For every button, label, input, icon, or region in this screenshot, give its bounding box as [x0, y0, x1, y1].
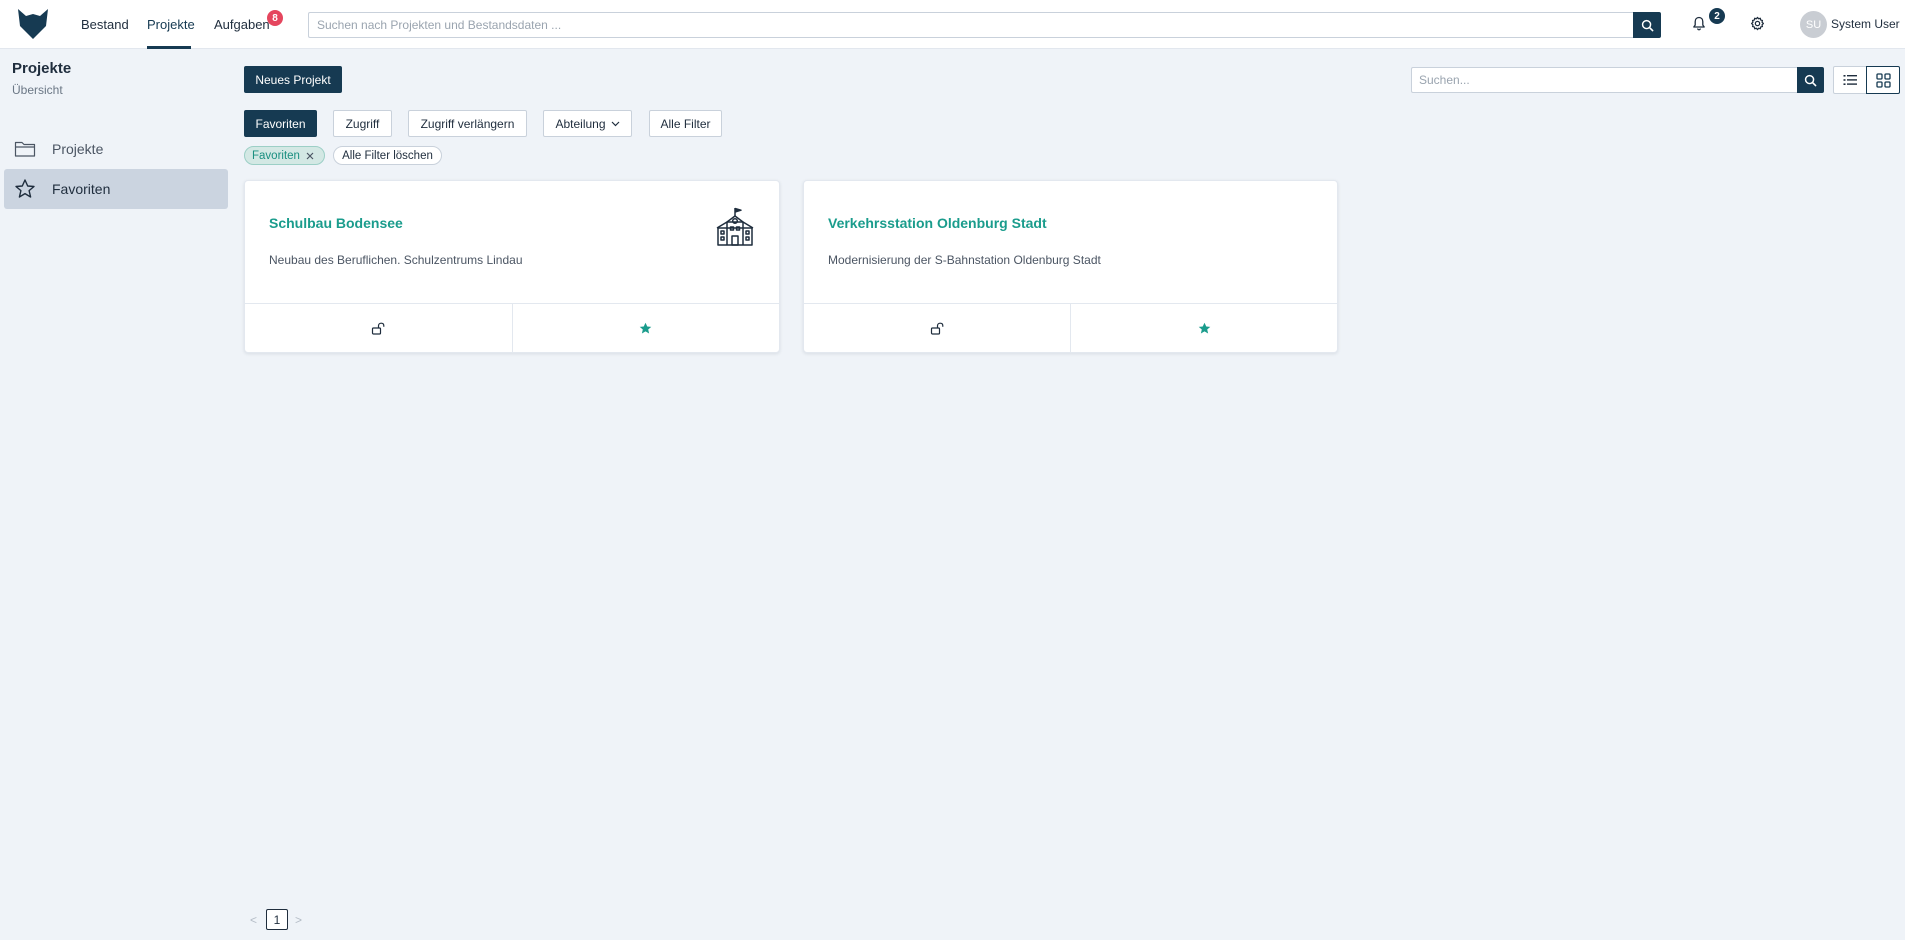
grid-view-button[interactable] — [1866, 66, 1900, 94]
favorite-toggle[interactable] — [1070, 304, 1337, 352]
sidebar-item-label: Projekte — [52, 141, 104, 157]
nav-projekte[interactable]: Projekte — [147, 17, 195, 32]
tasks-count-badge: 8 — [267, 10, 283, 26]
app-logo[interactable] — [15, 6, 51, 42]
filter-favoriten-button[interactable]: Favoriten — [244, 110, 317, 137]
nav-bestand[interactable]: Bestand — [81, 17, 129, 32]
unlock-icon — [930, 322, 944, 335]
project-card[interactable]: Schulbau Bodensee Neubau des Beruflichen… — [244, 180, 780, 353]
settings-button[interactable] — [1749, 15, 1765, 31]
notifications-count-badge: 2 — [1709, 8, 1725, 24]
filter-abteilung-dropdown[interactable]: Abteilung — [543, 110, 632, 137]
project-description: Modernisierung der S-Bahnstation Oldenbu… — [828, 253, 1101, 267]
close-icon[interactable] — [306, 152, 314, 160]
project-title[interactable]: Verkehrsstation Oldenburg Stadt — [828, 215, 1047, 231]
notifications-button[interactable] — [1691, 15, 1707, 31]
all-filters-button[interactable]: Alle Filter — [649, 110, 722, 137]
pagination-page-current[interactable]: 1 — [266, 909, 288, 930]
sidebar-title: Projekte — [12, 60, 72, 77]
search-icon — [1641, 19, 1653, 31]
user-name[interactable]: System User — [1831, 17, 1900, 31]
pagination-prev-button[interactable]: < — [250, 913, 257, 927]
new-project-button[interactable]: Neues Projekt — [244, 66, 342, 93]
star-icon — [13, 177, 37, 201]
nav-aufgaben[interactable]: Aufgaben — [214, 17, 270, 32]
sidebar-item-label: Favoriten — [52, 181, 111, 197]
filter-abteilung-label: Abteilung — [555, 116, 606, 131]
bell-icon — [1693, 16, 1705, 30]
filter-zugriff-verlaengern-button[interactable]: Zugriff verlängern — [408, 110, 527, 137]
active-filter-chip: Favoriten — [244, 146, 325, 165]
nav-active-indicator — [147, 46, 191, 49]
folder-icon — [13, 137, 37, 161]
sidebar-item-favoriten[interactable]: Favoriten — [4, 169, 228, 209]
top-navigation: Bestand Projekte Aufgaben 8 2 SU System … — [0, 0, 1905, 49]
sidebar-item-projekte[interactable]: Projekte — [4, 129, 228, 169]
chevron-down-icon — [611, 121, 620, 127]
pagination-next-button[interactable]: > — [295, 913, 302, 927]
star-filled-icon — [639, 322, 652, 334]
star-filled-icon — [1198, 322, 1210, 334]
sidebar-subtitle: Übersicht — [12, 83, 63, 97]
access-button[interactable] — [804, 304, 1070, 352]
project-description: Neubau des Beruflichen. Schulzentrums Li… — [269, 253, 523, 267]
favorite-toggle[interactable] — [511, 304, 780, 352]
global-search-input[interactable] — [308, 12, 1633, 38]
filter-zugriff-button[interactable]: Zugriff — [333, 110, 392, 137]
card-footer — [804, 303, 1337, 352]
school-building-icon — [714, 206, 756, 248]
card-footer — [245, 303, 779, 352]
project-card[interactable]: Verkehrsstation Oldenburg Stadt Modernis… — [803, 180, 1338, 353]
user-avatar[interactable]: SU — [1800, 11, 1827, 38]
clear-filters-button[interactable]: Alle Filter löschen — [333, 146, 442, 165]
access-button[interactable] — [245, 304, 512, 352]
gear-icon — [1750, 16, 1764, 30]
search-icon — [1804, 74, 1817, 86]
grid-icon — [1875, 72, 1891, 88]
unlock-icon — [372, 322, 385, 335]
project-title[interactable]: Schulbau Bodensee — [269, 215, 403, 231]
project-search-button[interactable] — [1797, 67, 1824, 93]
list-icon — [1843, 75, 1857, 85]
chip-label: Favoriten — [252, 149, 300, 162]
list-view-button[interactable] — [1833, 66, 1867, 94]
project-search-input[interactable] — [1411, 67, 1797, 93]
global-search-button[interactable] — [1633, 12, 1661, 38]
